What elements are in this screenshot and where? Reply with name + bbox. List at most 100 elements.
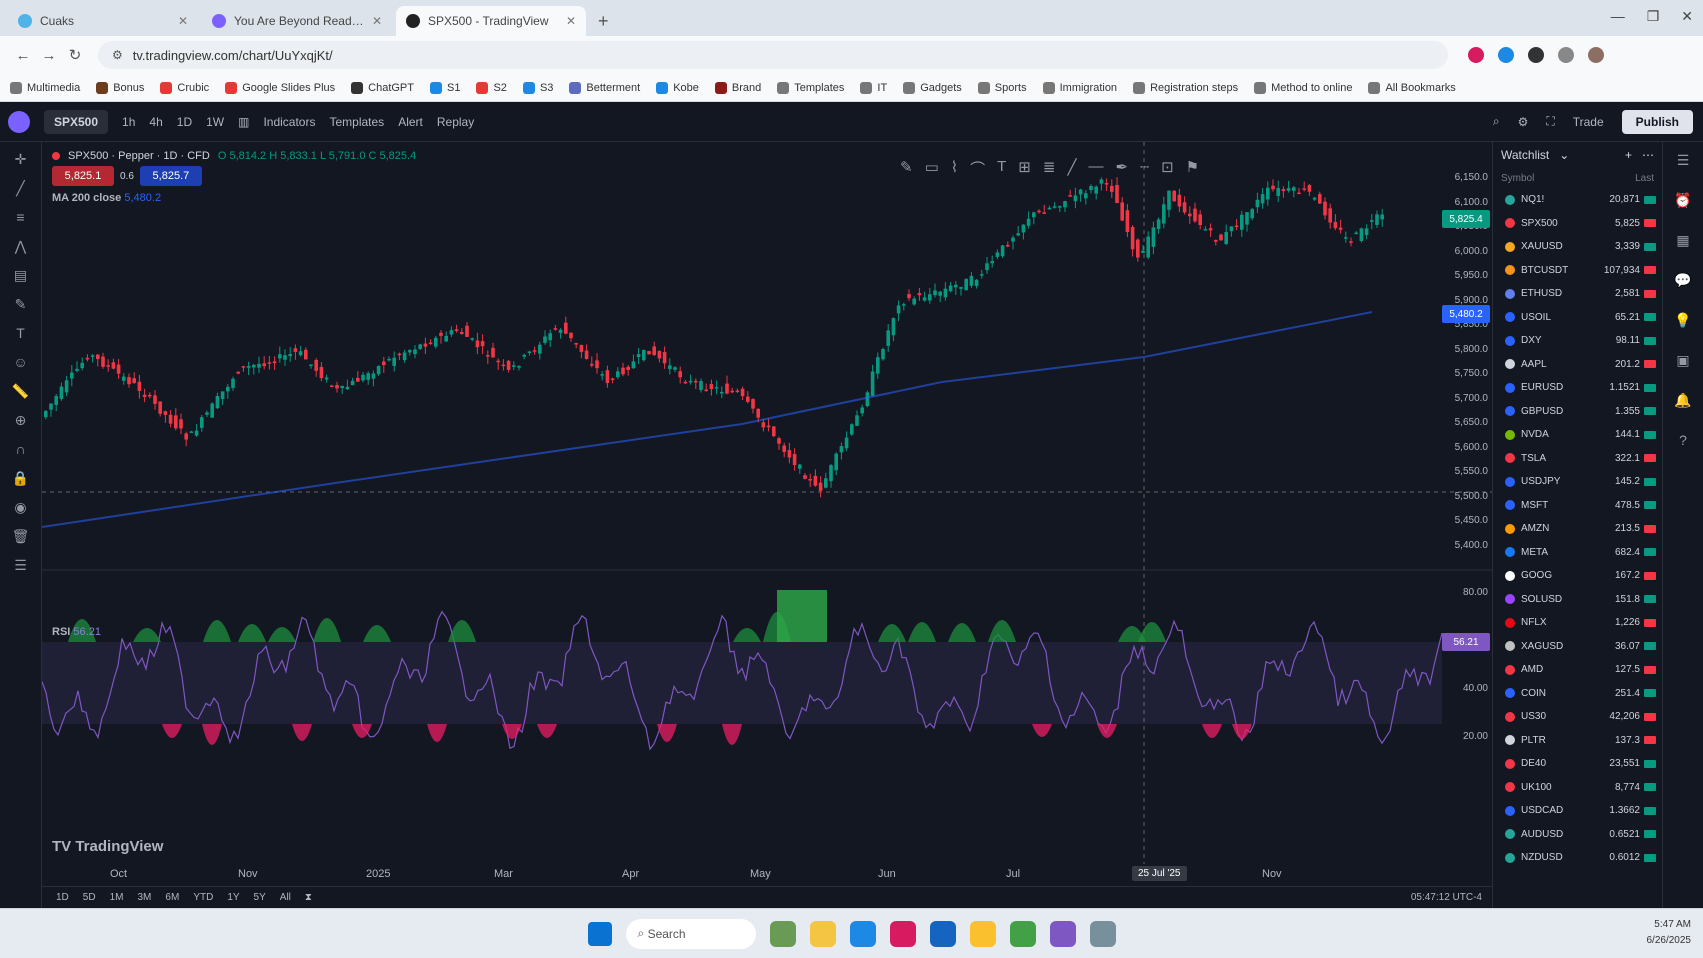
crosshair-icon[interactable]: ✛ bbox=[12, 150, 30, 168]
chevron-down-icon[interactable]: ⌄ bbox=[1559, 148, 1569, 162]
app-icon[interactable] bbox=[889, 920, 916, 947]
alerts-icon[interactable]: ⏰ bbox=[1674, 192, 1692, 210]
watchlist-row[interactable]: US30 42,206 bbox=[1493, 705, 1662, 729]
add-symbol-icon[interactable]: + bbox=[1625, 148, 1632, 162]
watchlist-row[interactable]: MSFT 478.5 bbox=[1493, 494, 1662, 518]
data-window-icon[interactable]: ▦ bbox=[1674, 232, 1692, 250]
store-icon[interactable] bbox=[929, 920, 956, 947]
magnet-icon[interactable]: ∩ bbox=[12, 440, 30, 458]
path-icon[interactable]: ⌇ bbox=[951, 158, 958, 179]
watchlist-row[interactable]: SPX500 5,825 bbox=[1493, 212, 1662, 236]
bookmark-item[interactable]: Immigration bbox=[1042, 81, 1117, 94]
line-icon[interactable]: ╱ bbox=[1067, 158, 1076, 179]
projection-icon[interactable]: ▤ bbox=[12, 266, 30, 284]
range-button[interactable]: 1D bbox=[56, 892, 69, 903]
col-symbol[interactable]: Symbol bbox=[1501, 173, 1635, 184]
watchlist-row[interactable]: DXY 98.11 bbox=[1493, 329, 1662, 353]
watchlist-row[interactable]: XAGUSD 36.07 bbox=[1493, 635, 1662, 659]
emoji-icon[interactable]: ☺ bbox=[12, 353, 30, 371]
goto-date-icon[interactable]: ⧗ bbox=[305, 892, 312, 903]
bookmark-item[interactable]: Kobe bbox=[656, 81, 699, 94]
start-icon[interactable] bbox=[587, 921, 612, 946]
close-tab-icon[interactable]: ✕ bbox=[566, 14, 576, 28]
ma-legend[interactable]: MA 200 close 5,480.2 bbox=[52, 192, 161, 204]
oscillator-legend[interactable]: RSI 56.21 bbox=[52, 626, 101, 638]
candle-type-icon[interactable]: ▥ bbox=[238, 115, 249, 129]
range-button[interactable]: YTD bbox=[193, 892, 213, 903]
minimize-icon[interactable]: — bbox=[1611, 8, 1625, 25]
bookmark-item[interactable]: Templates bbox=[777, 81, 844, 94]
more-icon[interactable]: ⋯ bbox=[1642, 148, 1654, 162]
range-button[interactable]: 6M bbox=[165, 892, 179, 903]
price-axis[interactable]: 6,150.06,100.06,050.06,000.05,950.05,900… bbox=[1450, 142, 1492, 882]
watchlist-row[interactable]: ETHUSD 2,581 bbox=[1493, 282, 1662, 306]
symbol-search-button[interactable]: SPX500 bbox=[44, 109, 109, 134]
trash-icon[interactable]: 🗑 bbox=[12, 527, 30, 545]
dash-icon[interactable]: ┄ bbox=[1140, 158, 1149, 179]
range-button[interactable]: All bbox=[280, 892, 291, 903]
watchlist-row[interactable]: GOOG 167.2 bbox=[1493, 564, 1662, 588]
alert-button[interactable]: Alert bbox=[398, 115, 423, 129]
publish-button[interactable]: Publish bbox=[1621, 109, 1693, 134]
pin-icon[interactable]: ⚑ bbox=[1186, 158, 1199, 179]
pen-icon[interactable]: ✒ bbox=[1115, 158, 1128, 179]
sell-button[interactable]: 5,825.1 bbox=[52, 166, 114, 186]
pattern-icon[interactable]: ⋀ bbox=[12, 237, 30, 255]
brush-icon[interactable]: ⌒ bbox=[970, 158, 985, 179]
bookmark-item[interactable]: Gadgets bbox=[903, 81, 962, 94]
extension-icon[interactable] bbox=[1528, 47, 1544, 63]
calendar-icon[interactable]: ▣ bbox=[1674, 352, 1692, 370]
time-axis[interactable]: OctNov2025MarAprMayJunJulSepNov25 Jul '2… bbox=[42, 864, 1492, 886]
bookmark-item[interactable]: IT bbox=[860, 81, 887, 94]
watchlist-row[interactable]: UK100 8,774 bbox=[1493, 776, 1662, 800]
fullscreen-icon[interactable]: ⛶ bbox=[1546, 114, 1554, 129]
fib-icon[interactable]: ≡ bbox=[12, 208, 30, 226]
watchlist-title[interactable]: Watchlist bbox=[1501, 148, 1549, 162]
help-icon[interactable]: ? bbox=[1674, 432, 1692, 450]
search-icon[interactable]: ⌕ bbox=[1493, 114, 1500, 129]
indicators-button[interactable]: Indicators bbox=[263, 115, 315, 129]
watchlist-row[interactable]: META 682.4 bbox=[1493, 541, 1662, 565]
extension-icon[interactable] bbox=[1468, 47, 1484, 63]
watchlist-row[interactable]: DE40 23,551 bbox=[1493, 752, 1662, 776]
object-tree-icon[interactable]: ☰ bbox=[12, 556, 30, 574]
profile-avatar[interactable] bbox=[1588, 47, 1604, 63]
new-tab-icon[interactable]: + bbox=[590, 6, 617, 36]
timeframe-1d[interactable]: 1D bbox=[177, 115, 192, 129]
watchlist-row[interactable]: NZDUSD 0.6012 bbox=[1493, 846, 1662, 870]
address-bar[interactable]: ⚙ tv.tradingview.com/chart/UuYxqjKt/ bbox=[98, 41, 1448, 69]
watchlist-row[interactable]: SOLUSD 151.8 bbox=[1493, 588, 1662, 612]
extension-icon[interactable] bbox=[1498, 47, 1514, 63]
range-button[interactable]: 5D bbox=[83, 892, 96, 903]
watchlist-icon[interactable]: ☰ bbox=[1674, 152, 1692, 170]
chrome-icon[interactable] bbox=[1009, 920, 1036, 947]
watchlist-row[interactable]: XAUUSD 3,339 bbox=[1493, 235, 1662, 259]
watchlist-row[interactable]: USOIL 65.21 bbox=[1493, 306, 1662, 330]
timeframe-4h[interactable]: 4h bbox=[149, 115, 162, 129]
ideas-icon[interactable]: 💡 bbox=[1674, 312, 1692, 330]
bookmark-item[interactable]: Crubic bbox=[160, 81, 209, 94]
trade-button[interactable]: Trade bbox=[1573, 115, 1604, 129]
watchlist-row[interactable]: AMD 127.5 bbox=[1493, 658, 1662, 682]
forward-icon[interactable]: → bbox=[36, 47, 62, 64]
watchlist-row[interactable]: NQ1! 20,871 bbox=[1493, 188, 1662, 212]
watchlist-row[interactable]: USDCAD 1.3662 bbox=[1493, 799, 1662, 823]
text-icon[interactable]: T bbox=[12, 324, 30, 342]
trend-line-icon[interactable]: ╱ bbox=[12, 179, 30, 197]
ruler-icon[interactable]: 📏 bbox=[12, 382, 30, 400]
bookmark-item[interactable]: S3 bbox=[522, 81, 553, 94]
app-icon[interactable] bbox=[1049, 920, 1076, 947]
watchlist-row[interactable]: GBPUSD 1.355 bbox=[1493, 400, 1662, 424]
watchlist-row[interactable]: AMZN 213.5 bbox=[1493, 517, 1662, 541]
lock-icon[interactable]: 🔒 bbox=[12, 469, 30, 487]
bookmark-item[interactable]: Betterment bbox=[569, 81, 640, 94]
bookmark-item[interactable]: Multimedia bbox=[10, 81, 80, 94]
bookmark-item[interactable]: Bonus bbox=[96, 81, 144, 94]
taskbar-search[interactable]: ⌕ Search bbox=[625, 918, 756, 949]
price-chart-svg[interactable] bbox=[42, 142, 1492, 882]
templates-button[interactable]: Templates bbox=[329, 115, 384, 129]
range-button[interactable]: 5Y bbox=[254, 892, 266, 903]
app-icon[interactable] bbox=[1089, 920, 1116, 947]
close-tab-icon[interactable]: ✕ bbox=[178, 14, 188, 28]
maximize-icon[interactable]: ❐ bbox=[1647, 8, 1660, 25]
